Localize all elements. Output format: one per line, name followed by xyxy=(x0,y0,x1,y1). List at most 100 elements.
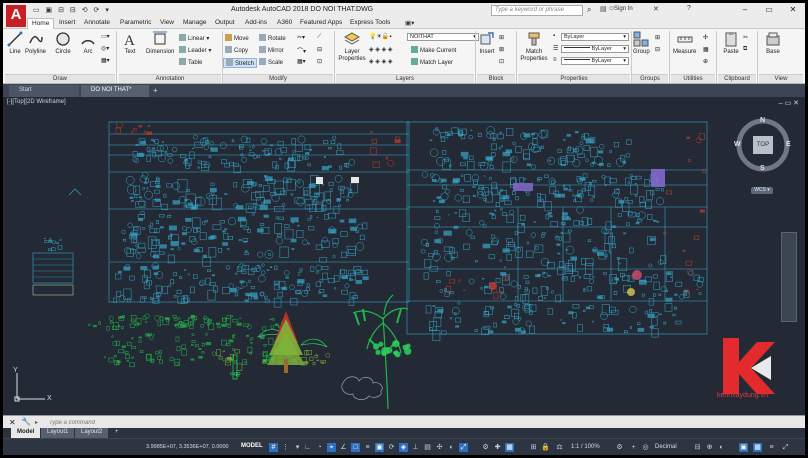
isolate-icon[interactable]: ⊕ xyxy=(705,443,714,452)
layer-tools-1[interactable]: ◈ ◈ ◈ ◈ xyxy=(369,46,392,53)
customize-wrench-icon[interactable]: 🔧 xyxy=(21,417,31,426)
draw-extra-2[interactable]: ◎▾ xyxy=(101,45,109,52)
draw-group-label[interactable]: Draw xyxy=(5,74,115,83)
modify-extra-1[interactable]: ✂▾ xyxy=(297,34,305,41)
lineweight-dropdown[interactable]: ByLayer ▾ xyxy=(561,45,629,53)
search-icon[interactable]: ⌕ xyxy=(587,5,591,15)
copy-button[interactable]: Copy xyxy=(225,46,248,54)
file-tab-start[interactable]: Start xyxy=(9,85,79,97)
modify-group-label[interactable]: Modify xyxy=(223,74,333,83)
annotation-scale[interactable]: 1:1 / 100% xyxy=(571,444,600,450)
gizmo-icon[interactable]: ✣ xyxy=(435,443,444,452)
modify-extra-6[interactable]: ⊡ xyxy=(317,58,322,65)
modify-extra-2[interactable]: ⟋ xyxy=(317,34,321,41)
modify-extra-3[interactable]: ⌒▾ xyxy=(297,46,306,55)
color-dropdown[interactable]: ByLayer ▾ xyxy=(561,33,629,41)
tab-featured-apps[interactable]: Featured Apps xyxy=(296,18,346,29)
grid-icon[interactable]: # xyxy=(269,443,278,452)
color-swatch-icon[interactable]: ▪ xyxy=(553,33,555,39)
units-icon[interactable]: ▦ xyxy=(505,443,514,452)
add-layout-button[interactable]: + xyxy=(109,428,125,438)
base-button[interactable]: Base xyxy=(765,31,781,55)
group-tool-1[interactable]: ⊞ xyxy=(655,34,660,41)
stretch-button[interactable]: Stretch xyxy=(223,58,258,68)
match-layer-button[interactable]: Match Layer xyxy=(411,58,453,66)
compass-south[interactable]: S xyxy=(760,165,765,172)
selection-cycling-icon[interactable]: ⟳ xyxy=(387,443,396,452)
modify-extra-4[interactable]: ⊟ xyxy=(317,46,322,53)
lineweight-toggle-icon[interactable]: ≡ xyxy=(363,443,372,452)
block-tool-3[interactable]: ⊡ xyxy=(499,58,504,65)
group-tool-2[interactable]: ⊟ xyxy=(655,46,660,53)
add-icon[interactable]: + xyxy=(629,443,638,452)
transparency-icon[interactable]: ▣ xyxy=(375,443,384,452)
tab-parametric[interactable]: Parametric xyxy=(116,18,155,29)
move-button[interactable]: Move xyxy=(225,34,249,42)
snap-icon[interactable]: ⋮ xyxy=(281,443,290,452)
linetype-dropdown[interactable]: ByLayer ▾ xyxy=(561,57,629,65)
tab-view[interactable]: View xyxy=(156,18,178,29)
modify-extra-5[interactable]: ▦▾ xyxy=(297,58,306,65)
quick-access-toolbar[interactable]: ▭ ▣ ⊟ ⊟ ⟲ ⟳ ▾ xyxy=(33,6,111,14)
utility-tool-2[interactable]: ▦ xyxy=(703,46,709,53)
utility-tool-1[interactable]: ✣ xyxy=(703,34,708,41)
table-button[interactable]: Table xyxy=(179,58,202,66)
autocad-logo-icon[interactable]: A xyxy=(6,5,26,27)
file-tab-current[interactable]: DO NOI THAT* xyxy=(81,85,149,97)
block-group-label[interactable]: Block xyxy=(477,74,515,83)
block-tool-1[interactable]: ⊞ xyxy=(499,34,504,41)
osnap-track-icon[interactable]: ∠ xyxy=(339,443,348,452)
clipboard-group-label[interactable]: Clipboard xyxy=(718,74,756,83)
layer-dropdown[interactable]: NOITHAT▾ xyxy=(407,33,479,41)
cart-icon[interactable]: ▤ xyxy=(600,5,607,13)
annotation-visibility-icon[interactable]: ◐ xyxy=(447,443,456,452)
annotate-monitor-icon[interactable]: ✚ xyxy=(493,443,502,452)
paste-button[interactable]: Paste xyxy=(723,31,739,55)
group-button[interactable]: Group xyxy=(633,31,650,55)
close-button[interactable]: ✕ xyxy=(785,5,801,16)
match-properties-button[interactable]: Match Properties xyxy=(519,31,549,63)
wcs-menu[interactable]: WCS ▾ xyxy=(751,187,773,194)
customization-icon[interactable]: ≡ xyxy=(767,443,776,452)
tab-add-ins[interactable]: Add-ins xyxy=(241,18,271,29)
compass-west[interactable]: W xyxy=(734,141,741,148)
make-current-button[interactable]: Make Current xyxy=(411,46,456,54)
tab-manage[interactable]: Manage xyxy=(179,18,211,29)
fullscreen-icon[interactable]: ⤢ xyxy=(781,443,790,452)
circle-button[interactable]: Circle xyxy=(55,31,71,55)
3d-osnap-icon[interactable]: ◈ xyxy=(399,443,408,452)
exchange-icon[interactable]: ✕ xyxy=(653,5,659,13)
ortho-icon[interactable]: ∟ xyxy=(303,443,312,452)
selection-filter-icon[interactable]: ▤ xyxy=(423,443,432,452)
viewport-label[interactable]: [-][Top][2D Wireframe] xyxy=(7,99,66,105)
hardware-accel-icon[interactable]: ◐ xyxy=(717,443,726,452)
cad-drawing[interactable] xyxy=(3,97,805,415)
rotate-button[interactable]: Rotate xyxy=(259,34,286,42)
dynamic-ucs-icon[interactable]: ⊥ xyxy=(411,443,420,452)
drawing-viewport[interactable]: [-][Top][2D Wireframe] – ▭ ✕ N S E W TOP… xyxy=(3,97,805,415)
text-button[interactable]: A Text xyxy=(122,31,138,55)
draw-extra-1[interactable]: ▭▾ xyxy=(101,33,110,40)
arc-button[interactable]: Arc xyxy=(80,31,96,55)
dimension-button[interactable]: Dimension xyxy=(146,31,174,55)
maximize-button[interactable]: ▭ xyxy=(761,5,777,16)
model-space-button[interactable]: MODEL xyxy=(241,443,263,449)
properties-group-label[interactable]: Properties xyxy=(518,74,630,83)
annotation-scale-icon[interactable]: ⚖ xyxy=(555,443,564,452)
help-icon[interactable]: ? xyxy=(687,5,691,12)
tab-layout2[interactable]: Layout2 xyxy=(75,428,109,438)
quick-props-icon[interactable]: ⊟ xyxy=(693,443,702,452)
compass-north[interactable]: N xyxy=(760,117,765,124)
search-input[interactable]: Type a keyword or phrase xyxy=(491,5,583,16)
tab-home[interactable]: Home xyxy=(27,18,55,29)
mirror-button[interactable]: Mirror xyxy=(259,46,284,54)
linear-button[interactable]: Linear ▾ xyxy=(179,34,209,42)
block-tool-2[interactable]: ⊠ xyxy=(499,46,504,53)
line-button[interactable]: Line xyxy=(7,31,23,55)
new-tab-button[interactable]: + xyxy=(149,85,162,97)
viewcube-top-face[interactable]: TOP xyxy=(753,136,773,154)
viewcube[interactable]: N S E W TOP WCS ▾ xyxy=(734,117,792,194)
workspace-icon[interactable]: ⚙ xyxy=(481,443,490,452)
cut-icon[interactable]: ✂ xyxy=(743,34,748,41)
tab-annotate[interactable]: Annotate xyxy=(80,18,114,29)
